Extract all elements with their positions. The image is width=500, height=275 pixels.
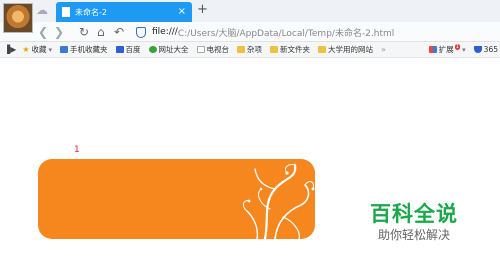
cloud-icon[interactable]: ☁ [36, 4, 50, 16]
watermark-title: 百科全说 [370, 202, 458, 226]
folder-icon [270, 46, 278, 53]
bookmark-misc[interactable]: 杂项 [237, 44, 262, 55]
star-icon: ★ [22, 45, 30, 54]
bookmark-favorites[interactable]: ★ 收藏 ▾ [22, 44, 52, 55]
tab-title: 未命名-2 [75, 7, 107, 17]
globe-icon [148, 46, 157, 53]
sidebar-toggle-icon[interactable]: ▐▶ [4, 45, 16, 54]
bookmark-university[interactable]: 大学用的网站 [318, 44, 373, 55]
swirl-decoration [242, 163, 315, 239]
document-icon [62, 7, 70, 17]
bookmark-mobile[interactable]: 手机收藏夹 [60, 44, 108, 55]
url-path: C:/Users/大脑/AppData/Local/Temp/未命名-2.htm… [177, 28, 395, 39]
undo-icon[interactable]: ↶ [114, 25, 124, 39]
shield-icon[interactable] [136, 26, 146, 38]
extensions-button[interactable]: 扩展 1 ▾ [428, 43, 466, 55]
new-tab-button[interactable]: + [197, 3, 208, 17]
bookmarks-bar: ▐▶ ★ 收藏 ▾ 手机收藏夹 百度 网址大全 电视台 杂项 新文件夹 大学用的… [0, 42, 500, 58]
bookmark-tv[interactable]: 电视台 [196, 44, 229, 55]
address-bar[interactable]: file:/// C:/Users/大脑/AppData/Local/Temp/… [136, 24, 500, 40]
navigation-bar: ❮ ❯ ↻ ⌂ ↶ file:/// C:/Users/大脑/AppData/L… [0, 22, 500, 42]
user-avatar[interactable] [3, 3, 33, 33]
tab-close-icon[interactable]: × [178, 6, 186, 17]
shield-icon [473, 46, 482, 53]
security-button[interactable]: 365 [473, 45, 498, 54]
folder-icon [318, 46, 326, 53]
chevron-down-icon: ▾ [462, 45, 466, 54]
mobile-icon [60, 46, 68, 53]
bookmark-site-directory[interactable]: 网址大全 [148, 44, 189, 55]
home-icon[interactable]: ⌂ [97, 25, 105, 39]
watermark-subtitle: 助你轻松解决 [377, 228, 450, 242]
chevron-down-icon: ▾ [48, 45, 52, 54]
back-icon[interactable]: ❮ [38, 25, 48, 39]
forward-icon[interactable]: ❯ [54, 25, 64, 39]
bookmark-baidu[interactable]: 百度 [115, 44, 141, 55]
bookmark-new-folder[interactable]: 新文件夹 [270, 44, 310, 55]
more-bookmarks-icon[interactable]: » [381, 45, 386, 54]
tab-active[interactable]: 未命名-2 × [56, 2, 192, 22]
orange-banner [38, 159, 315, 239]
url-scheme: file:/// [152, 27, 178, 37]
extensions-badge: 1 [454, 43, 461, 50]
extensions-icon [428, 46, 437, 53]
folder-icon [237, 46, 245, 53]
page-icon [196, 46, 205, 53]
baidu-icon [115, 46, 124, 53]
watermark: 百科全说 助你轻松解决 [364, 202, 464, 243]
tab-strip: ☁ 未命名-2 × + [0, 0, 500, 33]
reload-icon[interactable]: ↻ [79, 25, 89, 39]
step-marker: 1 [74, 145, 80, 155]
